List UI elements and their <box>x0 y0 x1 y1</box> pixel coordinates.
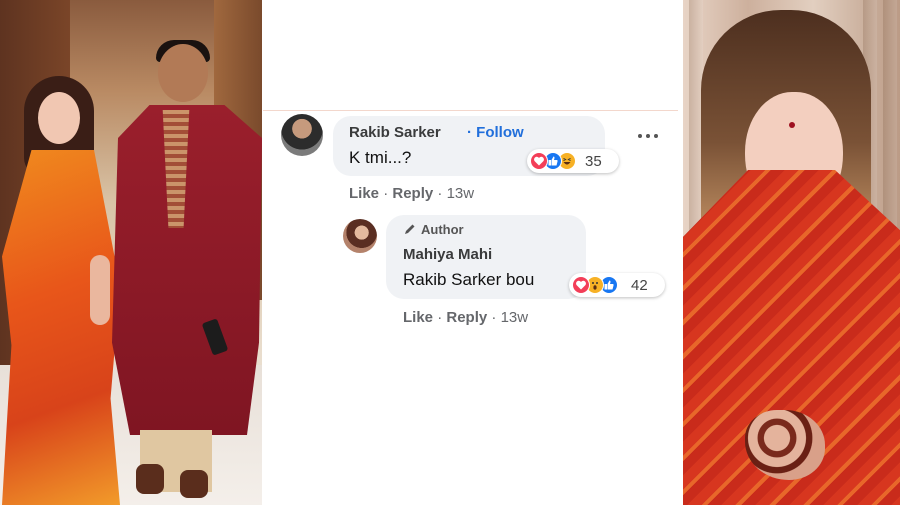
reply-author-name[interactable]: Mahiya Mahi <box>403 246 492 263</box>
comment-actions: Like · Reply · 13w <box>349 185 475 202</box>
comment-time[interactable]: 13w <box>447 185 475 202</box>
avatar-rakib[interactable] <box>281 114 323 156</box>
couple-photo <box>0 0 262 505</box>
reply-link[interactable]: Reply <box>446 309 487 326</box>
reply-actions: Like · Reply · 13w <box>403 309 529 326</box>
man-shoe <box>180 470 208 498</box>
love-icon <box>530 152 548 170</box>
reaction-count: 35 <box>585 153 602 170</box>
reply-link[interactable]: Reply <box>392 185 433 202</box>
author-badge: Author <box>403 222 464 237</box>
facebook-comment-thread: Rakib Sarker · Follow K tmi...? 35 Like … <box>263 0 683 505</box>
bindi <box>789 122 795 128</box>
bride-photo <box>683 0 900 505</box>
woman-arm <box>90 255 110 325</box>
orange-saree <box>2 150 120 505</box>
comment-text: K tmi...? <box>349 148 412 167</box>
reaction-summary[interactable]: 35 <box>527 149 619 173</box>
comment-time[interactable]: 13w <box>501 309 529 326</box>
man-shoe <box>136 464 164 494</box>
love-icon <box>572 276 590 294</box>
woman-face <box>38 92 80 144</box>
divider <box>263 110 678 111</box>
reply-reaction-summary[interactable]: 42 <box>569 273 665 297</box>
author-badge-label: Author <box>421 222 464 237</box>
commenter-name[interactable]: Rakib Sarker <box>349 124 441 141</box>
avatar-mahiya[interactable] <box>343 219 377 253</box>
reply-text: Rakib Sarker bou <box>403 270 535 289</box>
man-face <box>158 44 208 102</box>
reaction-count: 42 <box>631 277 648 294</box>
like-link[interactable]: Like <box>403 309 433 326</box>
more-options-icon[interactable] <box>636 130 660 142</box>
pencil-icon <box>405 224 415 234</box>
follow-link[interactable]: · Follow <box>467 124 524 141</box>
like-link[interactable]: Like <box>349 185 379 202</box>
